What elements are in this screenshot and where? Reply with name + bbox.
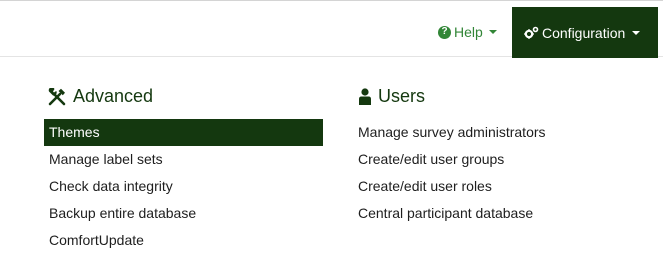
chevron-down-icon xyxy=(632,30,641,35)
chevron-down-icon xyxy=(488,30,497,34)
top-navbar: ? Help Configuration xyxy=(0,0,663,58)
menu-item-central-participant-database[interactable]: Central participant database xyxy=(353,200,613,227)
users-title-text: Users xyxy=(378,86,426,106)
advanced-title-text: Advanced xyxy=(73,86,154,106)
users-menu: Manage survey administrators Create/edit… xyxy=(353,119,613,227)
user-icon xyxy=(358,87,372,106)
configuration-label: Configuration xyxy=(542,24,626,41)
advanced-menu: Themes Manage label sets Check data inte… xyxy=(44,119,323,254)
users-section-title: Users xyxy=(358,86,425,107)
menu-item-manage-label-sets[interactable]: Manage label sets xyxy=(44,146,323,173)
menu-item-backup-database[interactable]: Backup entire database xyxy=(44,200,323,227)
help-label: Help xyxy=(454,24,483,40)
menu-item-themes[interactable]: Themes xyxy=(44,119,323,146)
menu-item-manage-survey-administrators[interactable]: Manage survey administrators xyxy=(353,119,613,146)
gears-icon xyxy=(524,26,539,40)
help-menu-button[interactable]: ? Help xyxy=(438,23,497,41)
menu-item-create-edit-user-groups[interactable]: Create/edit user groups xyxy=(353,146,613,173)
tools-icon xyxy=(48,87,67,106)
configuration-menu-button[interactable]: Configuration xyxy=(512,7,658,58)
menu-item-create-edit-user-roles[interactable]: Create/edit user roles xyxy=(353,173,613,200)
menu-item-check-data-integrity[interactable]: Check data integrity xyxy=(44,173,323,200)
question-circle-icon: ? xyxy=(438,25,451,39)
menu-item-comfortupdate[interactable]: ComfortUpdate xyxy=(44,227,323,254)
advanced-section-title: Advanced xyxy=(48,86,153,107)
